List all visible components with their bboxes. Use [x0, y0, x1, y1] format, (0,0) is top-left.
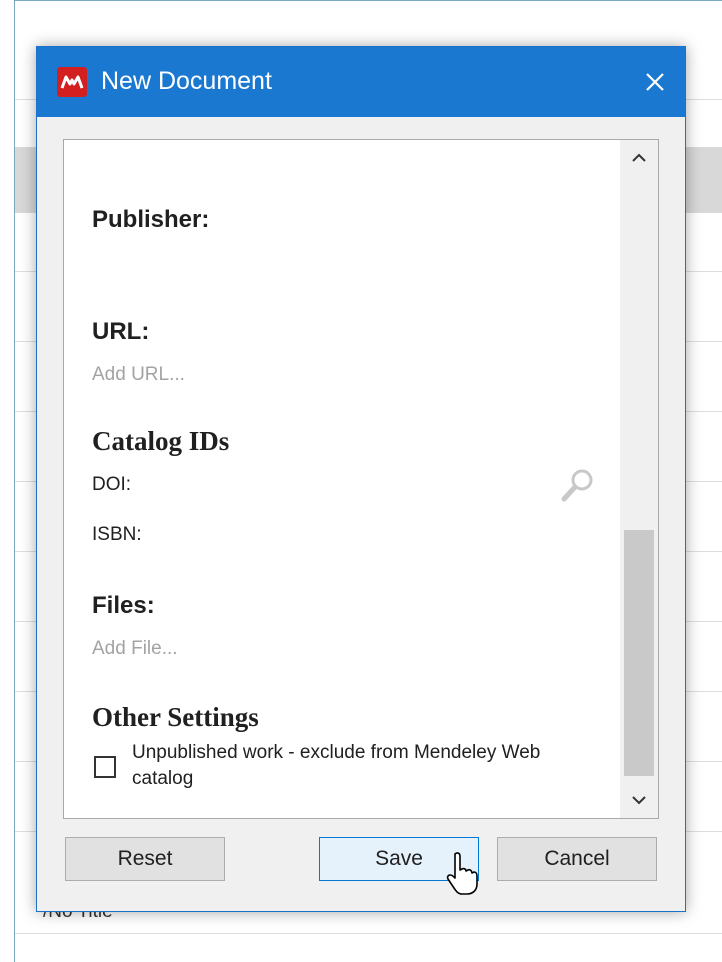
close-button[interactable]	[625, 47, 685, 117]
publisher-field[interactable]	[92, 252, 502, 280]
vertical-scrollbar[interactable]	[620, 140, 658, 818]
add-file-link[interactable]: Add File...	[92, 638, 178, 660]
mendeley-logo-icon	[57, 67, 87, 97]
bg-divider	[15, 933, 722, 934]
new-document-dialog: New Document Publisher: URL: Add URL... …	[36, 46, 686, 912]
url-label: URL:	[92, 318, 150, 345]
files-label: Files:	[92, 592, 155, 619]
catalog-ids-heading: Catalog IDs	[92, 426, 230, 456]
cancel-button[interactable]: Cancel	[497, 837, 657, 881]
unpublished-checkbox-label[interactable]: Unpublished work - exclude from Mendeley…	[132, 740, 602, 792]
chevron-up-icon	[632, 153, 646, 162]
chevron-down-icon	[632, 796, 646, 805]
close-icon	[646, 73, 664, 91]
reset-button[interactable]: Reset	[65, 837, 225, 881]
publisher-label: Publisher:	[92, 206, 210, 233]
url-input[interactable]: Add URL...	[92, 364, 185, 386]
scroll-up-button[interactable]	[620, 140, 658, 176]
magnifier-icon[interactable]	[558, 466, 598, 506]
doi-label: DOI:	[92, 474, 132, 495]
scrollbar-thumb[interactable]	[624, 530, 654, 776]
save-button[interactable]: Save	[319, 837, 479, 881]
other-settings-heading: Other Settings	[92, 702, 259, 732]
dialog-titlebar[interactable]: New Document	[37, 47, 685, 117]
dialog-title: New Document	[101, 67, 272, 95]
isbn-label: ISBN:	[92, 524, 142, 545]
document-details-panel: Publisher: URL: Add URL... Catalog IDs D…	[63, 139, 659, 819]
scroll-down-button[interactable]	[620, 782, 658, 818]
unpublished-checkbox[interactable]	[94, 756, 116, 778]
doi-field[interactable]	[154, 470, 564, 498]
isbn-field[interactable]	[154, 520, 564, 548]
